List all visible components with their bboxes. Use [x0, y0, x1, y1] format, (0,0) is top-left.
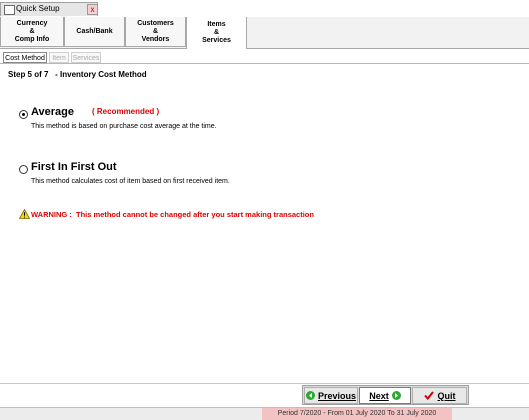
warning-icon — [19, 209, 30, 219]
next-label: Next — [369, 390, 389, 401]
period-indicator: Period 7/2020 - From 01 July 2020 To 31 … — [262, 408, 452, 420]
window-tab-quick-setup[interactable]: Quick Setup x — [0, 2, 98, 16]
radio-fifo[interactable] — [19, 165, 28, 174]
app-icon — [4, 5, 15, 15]
tab-currency-comp-info[interactable]: Currency & Comp Info — [0, 17, 64, 47]
divider — [0, 63, 529, 64]
option-fifo-description: This method calculates cost of item base… — [31, 178, 230, 185]
tab-label: Currency & Comp Info — [14, 19, 50, 43]
tab-label: Customers & Vendors — [137, 19, 174, 43]
previous-button[interactable]: Previous — [304, 387, 358, 404]
tab-label: Items & Services — [202, 21, 231, 44]
option-average-label[interactable]: Average — [31, 106, 74, 118]
tab-cash-bank[interactable]: Cash/Bank — [64, 17, 125, 47]
wizard-button-bar: Previous Next Quit — [302, 385, 469, 405]
main-tab-bar: Currency & Comp Info Cash/Bank Customers… — [0, 17, 529, 49]
tab-label: Cash/Bank — [76, 27, 113, 35]
step-indicator: Step 5 of 7 - Inventory Cost Method — [8, 70, 147, 79]
warning-message: WARNING : This method cannot be changed … — [31, 210, 314, 219]
previous-label: Previous — [317, 390, 357, 401]
check-icon — [423, 391, 434, 400]
tab-customers-vendors[interactable]: Customers & Vendors — [125, 17, 186, 47]
subtab-services[interactable]: Services — [71, 52, 101, 63]
window-title: Quick Setup — [16, 4, 60, 13]
tab-items-services[interactable]: Items & Services — [186, 17, 247, 49]
close-icon[interactable]: x — [87, 4, 98, 15]
quit-button[interactable]: Quit — [412, 387, 467, 404]
option-fifo-label[interactable]: First In First Out — [31, 161, 117, 173]
status-bar: Period 7/2020 - From 01 July 2020 To 31 … — [0, 407, 529, 420]
divider — [0, 383, 529, 384]
recommended-badge: ( Recommended ) — [92, 107, 160, 116]
subtab-item[interactable]: Item — [49, 52, 69, 63]
previous-arrow-icon — [305, 391, 315, 400]
title-bar: Quick Setup x — [0, 0, 529, 18]
subtab-cost-method[interactable]: Cost Method — [3, 52, 47, 63]
quit-label: Quit — [437, 390, 456, 401]
next-arrow-icon — [391, 391, 401, 400]
next-button[interactable]: Next — [359, 387, 411, 404]
option-average-description: This method is based on purchase cost av… — [31, 123, 217, 130]
radio-average[interactable] — [19, 110, 28, 119]
